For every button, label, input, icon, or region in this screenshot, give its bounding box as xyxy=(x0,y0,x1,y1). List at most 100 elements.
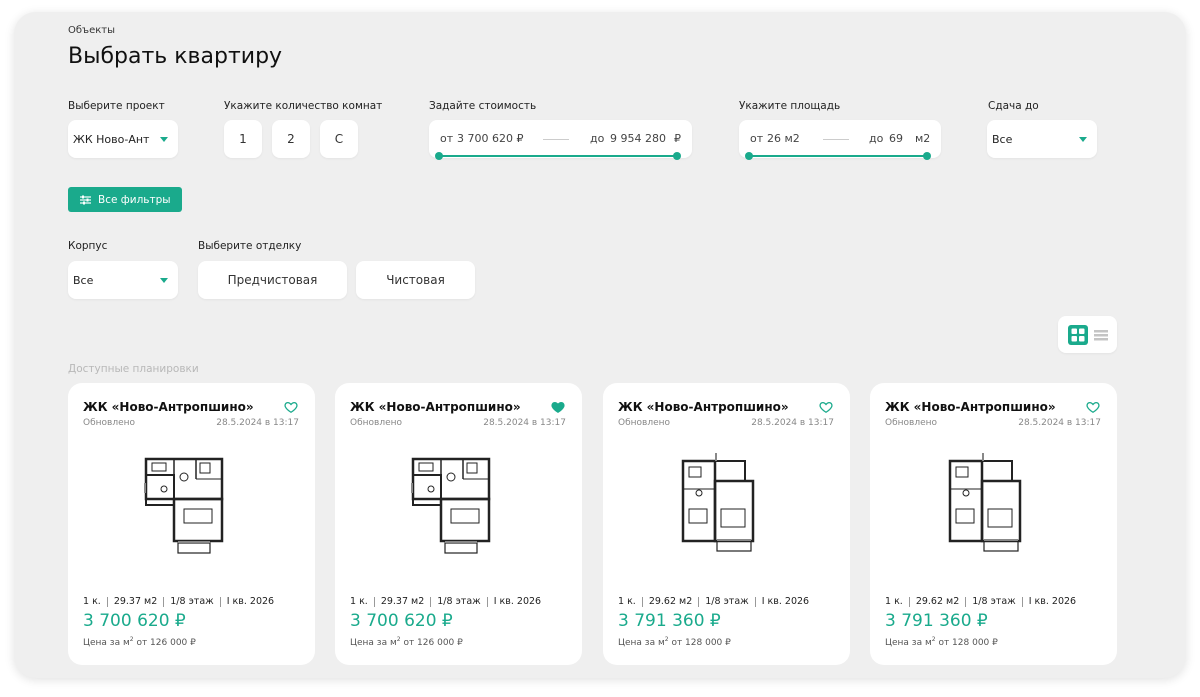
finish-label: Выберите отделку xyxy=(198,240,302,252)
updated-label: Обновлено xyxy=(83,418,136,428)
finish-option-finish[interactable]: Чистовая xyxy=(356,261,475,299)
view-toggle xyxy=(1058,316,1117,353)
heart-icon[interactable] xyxy=(819,400,833,414)
card-title: ЖК «Ново-Антропшино» xyxy=(350,400,521,414)
card-title: ЖК «Ново-Антропшино» xyxy=(83,400,254,414)
spec-rooms: 1 к. xyxy=(885,596,903,607)
price-range: от 3 700 620 ₽ до 9 954 280 ₽ xyxy=(429,120,692,160)
card-title: ЖК «Ново-Антропшино» xyxy=(885,400,1056,414)
spec-rooms: 1 к. xyxy=(618,596,636,607)
spec-divider xyxy=(106,596,108,607)
card-specs: 1 к. 29.62 м2 1/8 этаж I кв. 2026 xyxy=(885,596,1076,607)
chevron-down-icon xyxy=(160,277,168,283)
heart-icon[interactable] xyxy=(1086,400,1100,414)
project-select[interactable]: ЖК Ново-Ант xyxy=(68,120,178,158)
spec-area: 29.37 м2 xyxy=(380,596,425,607)
spec-divider xyxy=(486,596,488,607)
area-to-prefix: до xyxy=(869,132,884,145)
all-filters-button[interactable]: Все фильтры xyxy=(68,187,182,212)
list-view-icon[interactable] xyxy=(1093,329,1108,341)
price-per-m2: Цена за м2 от 128 000 ₽ xyxy=(885,636,998,648)
price-from-prefix: от xyxy=(440,132,454,145)
price-per-m2-value: от 128 000 ₽ xyxy=(935,638,998,648)
finish-option-prefinish[interactable]: Предчистовая xyxy=(198,261,347,299)
updated-date: 28.5.2024 в 13:17 xyxy=(483,418,566,428)
spec-rooms: 1 к. xyxy=(83,596,101,607)
breadcrumb[interactable]: Объекты xyxy=(68,25,115,36)
area-label: Укажите площадь xyxy=(739,100,841,112)
spec-divider xyxy=(219,596,221,607)
spec-deadline: I кв. 2026 xyxy=(493,596,542,607)
price-per-m2: Цена за м2 от 126 000 ₽ xyxy=(83,636,196,648)
area-slider-max-handle[interactable] xyxy=(923,152,931,160)
price-per-m2-value: от 126 000 ₽ xyxy=(400,638,463,648)
card-title: ЖК «Ново-Антропшино» xyxy=(618,400,789,414)
price-slider-min-handle[interactable] xyxy=(435,152,443,160)
spec-floor: 1/8 этаж xyxy=(972,596,1016,607)
price-per-m2-prefix: Цена за м xyxy=(83,638,130,648)
area-slider-track[interactable] xyxy=(749,155,927,157)
building-select[interactable]: Все xyxy=(68,261,178,299)
range-divider xyxy=(543,139,569,140)
all-filters-label: Все фильтры xyxy=(98,193,171,206)
card-price: 3 791 360 ₽ xyxy=(618,611,721,631)
delivery-select[interactable]: Все xyxy=(987,120,1097,158)
price-slider-track[interactable] xyxy=(439,155,677,157)
page-container: Объекты Выбрать квартиру Выберите проект… xyxy=(14,12,1186,678)
apartment-card[interactable]: ЖК «Ново-Антропшино» Обновлено 28.5.2024… xyxy=(68,383,315,665)
spec-divider xyxy=(430,596,432,607)
apartment-card[interactable]: ЖК «Ново-Антропшино» Обновлено 28.5.2024… xyxy=(603,383,850,665)
apartment-card[interactable]: ЖК «Ново-Антропшино» Обновлено 28.5.2024… xyxy=(870,383,1117,665)
chevron-down-icon xyxy=(160,136,168,142)
area-unit: м2 xyxy=(915,132,931,145)
apartment-card[interactable]: ЖК «Ново-Антропшино» Обновлено 28.5.2024… xyxy=(335,383,582,665)
spec-deadline: I кв. 2026 xyxy=(1028,596,1077,607)
area-from-prefix: от xyxy=(750,132,764,145)
floor-plan-image xyxy=(948,453,1022,552)
spec-floor: 1/8 этаж xyxy=(170,596,214,607)
price-currency: ₽ xyxy=(674,132,681,145)
area-range: от 26 м2 до 69 м2 xyxy=(739,120,941,160)
spec-divider xyxy=(163,596,165,607)
area-from-input[interactable]: 26 м2 xyxy=(767,132,800,145)
updated-label: Обновлено xyxy=(885,418,938,428)
card-price: 3 700 620 ₽ xyxy=(350,611,453,631)
area-to-input[interactable]: 69 xyxy=(889,132,903,145)
price-from-input[interactable]: 3 700 620 ₽ xyxy=(457,132,523,145)
price-to-input[interactable]: 9 954 280 xyxy=(610,132,666,145)
card-price: 3 700 620 ₽ xyxy=(83,611,186,631)
price-per-m2-prefix: Цена за м xyxy=(885,638,932,648)
card-specs: 1 к. 29.62 м2 1/8 этаж I кв. 2026 xyxy=(618,596,809,607)
price-to-prefix: до xyxy=(590,132,605,145)
updated-date: 28.5.2024 в 13:17 xyxy=(216,418,299,428)
spec-area: 29.62 м2 xyxy=(915,596,960,607)
rooms-option-studio[interactable]: С xyxy=(320,120,358,158)
price-per-m2-prefix: Цена за м xyxy=(350,638,397,648)
rooms-option-1[interactable]: 1 xyxy=(224,120,262,158)
building-label: Корпус xyxy=(68,240,108,252)
updated-label: Обновлено xyxy=(350,418,403,428)
page-title: Выбрать квартиру xyxy=(68,44,283,69)
delivery-select-value: Все xyxy=(992,132,1013,146)
spec-divider xyxy=(908,596,910,607)
updated-date: 28.5.2024 в 13:17 xyxy=(1018,418,1101,428)
spec-divider xyxy=(965,596,967,607)
price-slider-max-handle[interactable] xyxy=(673,152,681,160)
rooms-option-2[interactable]: 2 xyxy=(272,120,310,158)
chevron-down-icon xyxy=(1079,136,1087,142)
card-price: 3 791 360 ₽ xyxy=(885,611,988,631)
price-label: Задайте стоимость xyxy=(429,100,537,112)
building-select-value: Все xyxy=(73,273,94,287)
grid-view-icon[interactable] xyxy=(1067,324,1088,345)
updated-date: 28.5.2024 в 13:17 xyxy=(751,418,834,428)
heart-icon[interactable] xyxy=(284,400,298,414)
project-select-value: ЖК Ново-Ант xyxy=(73,132,150,146)
area-slider-min-handle[interactable] xyxy=(745,152,753,160)
spec-area: 29.62 м2 xyxy=(648,596,693,607)
floor-plan-image xyxy=(411,457,491,554)
spec-divider xyxy=(698,596,700,607)
heart-filled-icon[interactable] xyxy=(551,400,565,414)
card-specs: 1 к. 29.37 м2 1/8 этаж I кв. 2026 xyxy=(350,596,541,607)
project-label: Выберите проект xyxy=(68,100,165,112)
filters-icon xyxy=(80,195,91,204)
